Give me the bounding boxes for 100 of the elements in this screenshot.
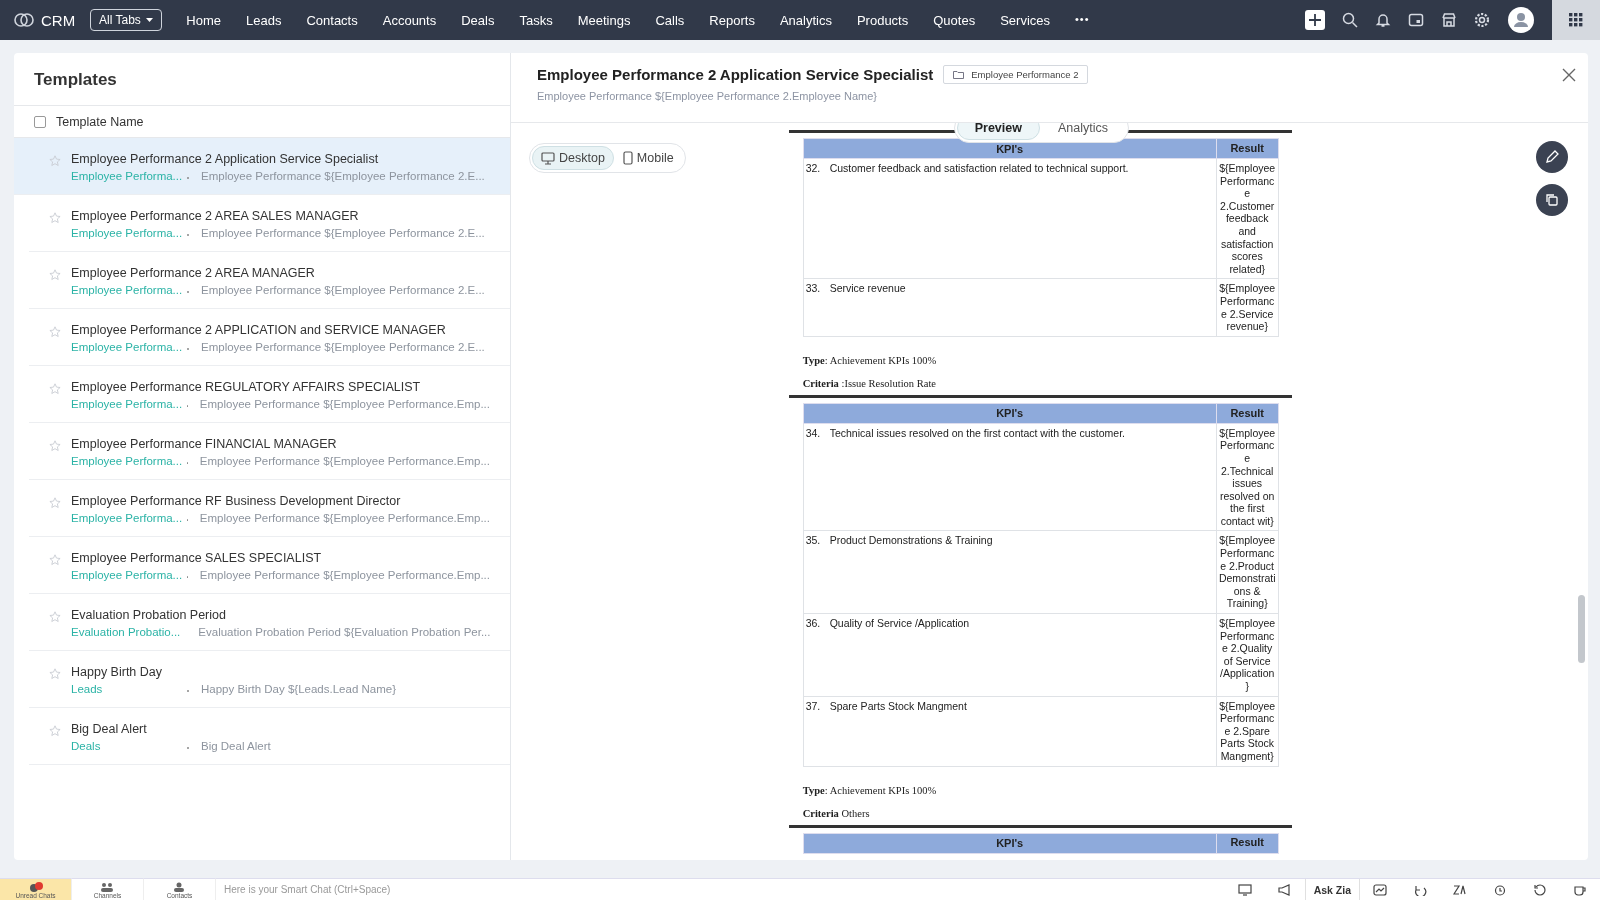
settings-icon[interactable] xyxy=(1474,12,1490,28)
template-row[interactable]: Employee Performance 2 AREA MANAGER Employee Performa... Employee Performance ${Employee Performance 2.E... xyxy=(29,252,510,309)
ask-zia-button[interactable]: Ask Zia xyxy=(1304,878,1360,900)
column-header: Result xyxy=(1216,403,1279,424)
meta-line: Criteria Others xyxy=(801,806,871,821)
chart-icon[interactable] xyxy=(1373,883,1387,896)
module-name: Employee Performa... xyxy=(71,341,181,353)
copy-icon[interactable] xyxy=(1536,184,1568,216)
folder-icon xyxy=(953,70,965,79)
store-icon[interactable] xyxy=(1441,12,1457,28)
kpi-text: Product Demonstrations & Training xyxy=(829,534,993,547)
row-number: 34. xyxy=(805,426,822,439)
template-subject: Employee Performance ${Employee Performance 2.E... xyxy=(201,170,485,182)
nav-tab[interactable]: Contacts xyxy=(293,12,371,28)
star-icon[interactable] xyxy=(49,212,61,224)
star-icon[interactable] xyxy=(49,440,61,452)
more-tabs-button[interactable]: ••• xyxy=(1062,12,1103,28)
cup-icon[interactable] xyxy=(1573,883,1587,896)
module-name: Evaluation Probatio... xyxy=(71,626,181,638)
nav-tab[interactable]: Deals xyxy=(448,12,507,28)
column-header: KPI's xyxy=(803,833,1217,854)
star-icon[interactable] xyxy=(49,269,61,281)
module-name: Employee Performa... xyxy=(71,284,181,296)
template-subject: Employee Performance ${Employee Performance.Emp... xyxy=(199,569,490,581)
star-icon[interactable] xyxy=(49,668,61,680)
template-row[interactable]: Employee Performance RF Business Development Director Employee Performa... Employee Performance ${Employee Performance.Emp... xyxy=(29,480,510,537)
nav-tab[interactable]: Home xyxy=(173,12,234,28)
view-tab[interactable]: Analytics xyxy=(1039,123,1126,140)
nav-tab[interactable]: Quotes xyxy=(920,12,988,28)
template-row[interactable]: Employee Performance REGULATORY AFFAIRS SPECIALIST Employee Performa... Employee Performance ${Employee Performance.Emp... xyxy=(29,366,510,423)
template-row[interactable]: Employee Performance 2 APPLICATION and SERVICE MANAGER Employee Performa... Employee Performance ${Employee Performance 2.E... xyxy=(29,309,510,366)
search-icon[interactable] xyxy=(1342,12,1358,28)
folder-name: Employee Performance 2 xyxy=(971,69,1079,80)
result-cell: ${Employee Performanc e 2.Spare Parts Stock Mangment} xyxy=(1216,696,1279,767)
close-icon[interactable] xyxy=(1562,68,1576,82)
star-icon[interactable] xyxy=(49,155,61,167)
module-name: Employee Performa... xyxy=(71,227,181,239)
nav-tab[interactable]: Tasks xyxy=(506,12,566,28)
meta-line: Type: Achievement KPIs 100% xyxy=(801,353,938,368)
logo-icon xyxy=(13,12,35,28)
nav-tab[interactable]: Meetings xyxy=(565,12,643,28)
template-row[interactable]: Happy Birth Day Leads Happy Birth Day ${Leads.Lead Name} xyxy=(29,651,510,708)
nav-tab[interactable]: Calls xyxy=(642,12,697,28)
kpi-text: Technical issues resolved on the first contact with the customer. xyxy=(829,426,1125,439)
star-icon[interactable] xyxy=(49,554,61,566)
template-row[interactable]: Evaluation Probation Period Evaluation Probatio... Evaluation Probation Period ${Evaluation Probation Per... xyxy=(29,594,510,651)
template-row[interactable]: Big Deal Alert Deals Big Deal Alert xyxy=(29,708,510,765)
avatar-icon[interactable] xyxy=(1507,6,1535,34)
bell-icon[interactable] xyxy=(1375,12,1391,28)
zia-icon[interactable] xyxy=(1453,883,1467,896)
module-name: Employee Performa... xyxy=(71,569,181,581)
nav-tab[interactable]: Analytics xyxy=(767,12,845,28)
template-row[interactable]: Employee Performance 2 Application Service Specialist Employee Performa... Employee Performance ${Employee Performance 2.E... xyxy=(14,138,510,195)
scrollbar-thumb[interactable] xyxy=(1578,595,1585,663)
template-title: Employee Performance 2 Application Service Specialist xyxy=(537,66,934,83)
all-tabs-button[interactable]: All Tabs xyxy=(90,9,162,31)
kpi-text: Quality of Service /Application xyxy=(829,617,970,630)
phone-icon xyxy=(622,151,633,165)
template-subject: Employee Performance ${Employee Performance 2.E... xyxy=(201,227,485,239)
nav-tab[interactable]: Reports xyxy=(696,12,768,28)
column-header: KPI's xyxy=(803,403,1217,424)
megaphone-icon[interactable] xyxy=(1277,883,1292,896)
plus-icon[interactable] xyxy=(1305,10,1325,30)
alarm-icon[interactable] xyxy=(1493,883,1507,896)
history-icon[interactable] xyxy=(1533,883,1547,896)
chat-input-field[interactable]: Here is your Smart Chat (Ctrl+Space) xyxy=(216,878,1225,900)
star-icon[interactable] xyxy=(49,725,61,737)
template-name: Happy Birth Day xyxy=(71,665,163,679)
screen-icon[interactable] xyxy=(1237,883,1252,896)
star-icon[interactable] xyxy=(49,497,61,509)
nav-tab[interactable]: Leads xyxy=(233,12,294,28)
star-icon[interactable] xyxy=(49,611,61,623)
result-cell: ${Employee Performanc e 2.Service revenue} xyxy=(1216,278,1279,337)
meta-line: Criteria :Issue Resolution Rate xyxy=(801,376,937,391)
device-tab[interactable]: Mobile xyxy=(613,146,683,170)
device-tab[interactable]: Desktop xyxy=(532,146,614,170)
apps-button[interactable] xyxy=(1552,0,1600,40)
template-row[interactable]: Employee Performance SALES SPECIALIST Employee Performa... Employee Performance ${Employee Performance.Emp... xyxy=(29,537,510,594)
chat-bubbles-icon xyxy=(28,880,43,892)
monitor-icon xyxy=(541,151,555,165)
calendar-icon[interactable] xyxy=(1408,12,1424,28)
star-icon[interactable] xyxy=(49,326,61,338)
edit-icon[interactable] xyxy=(1536,141,1568,173)
nav-tab[interactable]: Accounts xyxy=(370,12,449,28)
brand-name: CRM xyxy=(41,11,76,29)
star-icon[interactable] xyxy=(49,383,61,395)
caret-icon xyxy=(145,18,153,22)
module-name: Employee Performa... xyxy=(71,512,181,524)
template-subject: Employee Performance ${Employee Performance.Emp... xyxy=(199,398,490,410)
select-all-checkbox[interactable] xyxy=(34,115,46,128)
nav-tab[interactable]: Services xyxy=(987,12,1063,28)
template-name: Big Deal Alert xyxy=(71,722,148,736)
template-row[interactable]: Employee Performance 2 AREA SALES MANAGER Employee Performa... Employee Performance ${Employee Performance 2.E... xyxy=(29,195,510,252)
people-icon xyxy=(100,880,115,892)
template-subject: Big Deal Alert xyxy=(201,740,271,752)
nav-tab[interactable]: Products xyxy=(844,12,921,28)
view-tab[interactable]: Preview xyxy=(956,123,1040,140)
template-row[interactable]: Employee Performance FINANCIAL MANAGER Employee Performa... Employee Performance ${Employee Performance.Emp... xyxy=(29,423,510,480)
module-name: Deals xyxy=(71,740,102,752)
column-header: Result xyxy=(1216,833,1279,854)
